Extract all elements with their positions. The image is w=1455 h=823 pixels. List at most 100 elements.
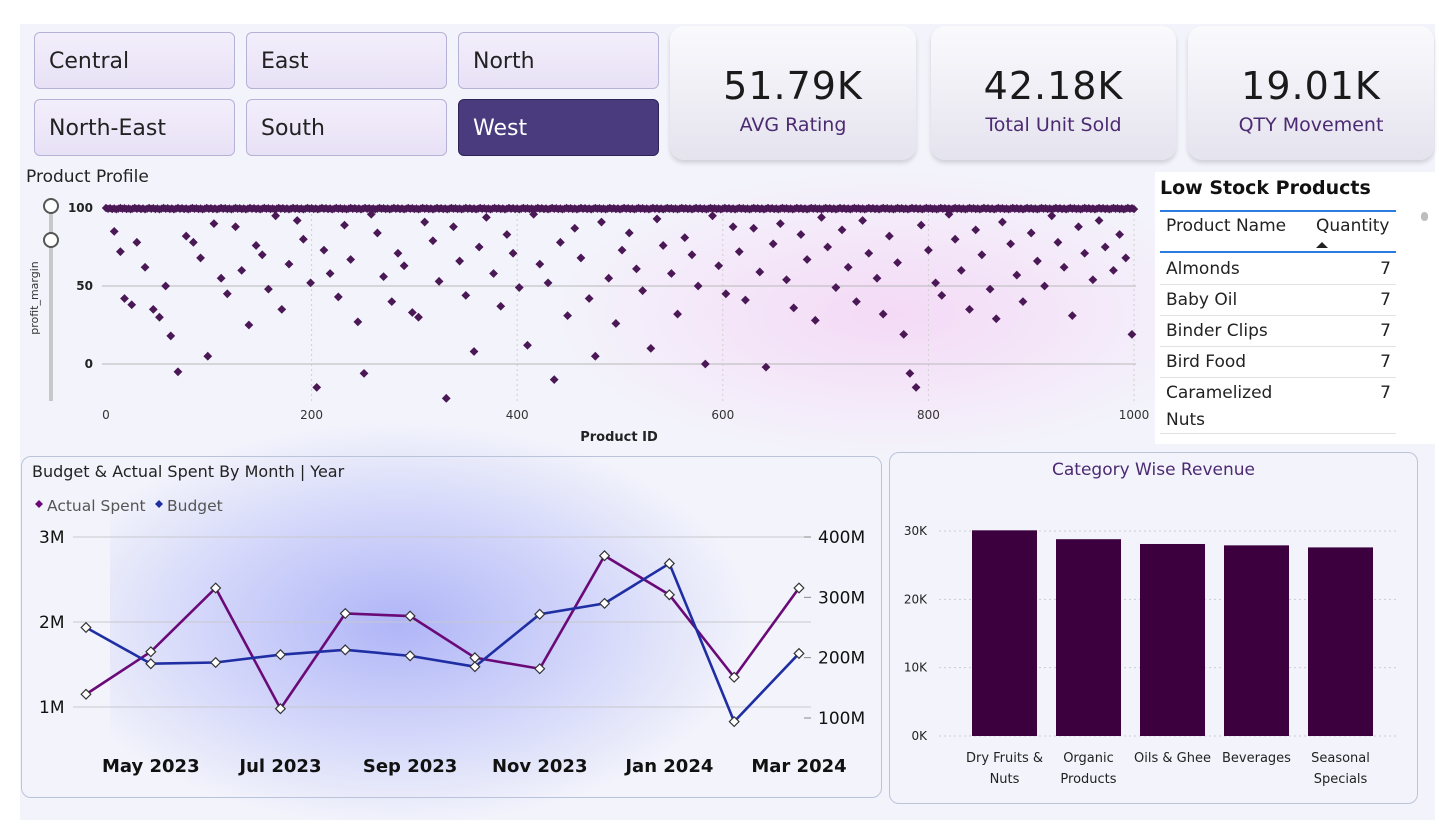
scatter-point[interactable]: [1026, 228, 1036, 238]
scatter-point[interactable]: [535, 259, 545, 269]
scatter-point[interactable]: [455, 256, 465, 266]
scatter-point[interactable]: [899, 329, 909, 339]
scatter-point[interactable]: [1088, 275, 1098, 285]
revenue-bar[interactable]: [1224, 545, 1289, 736]
scatter-point[interactable]: [937, 290, 947, 300]
scatter-point[interactable]: [1115, 230, 1125, 239]
scatter-point[interactable]: [604, 273, 614, 283]
scatter-point[interactable]: [502, 230, 512, 239]
scatter-point[interactable]: [749, 223, 759, 233]
scatter-point[interactable]: [893, 258, 902, 267]
scatter-point[interactable]: [140, 262, 150, 272]
scatter-point[interactable]: [905, 368, 915, 378]
scatter-point[interactable]: [911, 383, 921, 392]
scatter-point[interactable]: [1109, 266, 1118, 275]
scatter-point[interactable]: [624, 228, 634, 238]
scatter-point[interactable]: [687, 250, 697, 260]
scatter-point[interactable]: [570, 223, 580, 233]
scatter-point[interactable]: [956, 266, 966, 275]
scatter-point[interactable]: [292, 216, 302, 225]
slicer-north-east[interactable]: North-East: [34, 99, 235, 156]
scatter-point[interactable]: [489, 269, 498, 278]
scatter-point[interactable]: [148, 305, 158, 314]
scatter-point[interactable]: [884, 231, 894, 241]
scatter-point[interactable]: [1100, 242, 1110, 252]
series-line-budget[interactable]: [85, 561, 800, 724]
scatter-point[interactable]: [878, 309, 888, 319]
scatter-point[interactable]: [514, 283, 524, 292]
scatter-point[interactable]: [428, 236, 438, 246]
scatter-point[interactable]: [708, 211, 717, 221]
scatter-point[interactable]: [237, 266, 247, 275]
scatter-point[interactable]: [658, 241, 668, 250]
scatter-point[interactable]: [576, 253, 586, 263]
scatter-point[interactable]: [673, 309, 682, 319]
scatter-point[interactable]: [549, 375, 559, 384]
scatter-point[interactable]: [120, 294, 129, 303]
scatter-point[interactable]: [768, 239, 778, 249]
scatter-point[interactable]: [319, 245, 329, 255]
scatter-point[interactable]: [132, 237, 142, 247]
scatter-point[interactable]: [734, 247, 744, 257]
series-point[interactable]: [404, 650, 416, 662]
scatter-point[interactable]: [209, 219, 219, 228]
scatter-point[interactable]: [312, 383, 322, 392]
scatter-point[interactable]: [216, 273, 226, 283]
slicer-west[interactable]: West: [458, 99, 659, 156]
scatter-point[interactable]: [481, 212, 491, 222]
scatter-point[interactable]: [284, 259, 294, 269]
series-point[interactable]: [339, 644, 351, 656]
scatter-point[interactable]: [714, 261, 724, 271]
scatter-point[interactable]: [449, 222, 458, 232]
scatter-point[interactable]: [1047, 211, 1057, 221]
scatter-point[interactable]: [611, 319, 621, 328]
scatter-point[interactable]: [916, 220, 926, 230]
scatter-point[interactable]: [823, 242, 833, 252]
scatter-point[interactable]: [109, 227, 119, 236]
scatter-point[interactable]: [277, 305, 287, 314]
scatter-point[interactable]: [965, 305, 974, 314]
scatter-point[interactable]: [971, 225, 981, 235]
scatter-point[interactable]: [977, 250, 987, 260]
scatter-point[interactable]: [496, 301, 506, 311]
scatter-point[interactable]: [810, 315, 820, 325]
scatter-point[interactable]: [741, 295, 750, 305]
scatter-point[interactable]: [1053, 237, 1063, 247]
slicer-north[interactable]: North: [458, 32, 659, 89]
scatter-point[interactable]: [755, 267, 765, 277]
column-header-product-name[interactable]: Product Name: [1166, 216, 1286, 236]
scatter-point[interactable]: [782, 275, 791, 285]
scatter-point[interactable]: [333, 292, 343, 302]
series-line-actual-spent[interactable]: [85, 553, 801, 712]
scatter-point[interactable]: [399, 261, 409, 271]
scatter-point[interactable]: [555, 237, 565, 247]
scatter-point[interactable]: [597, 217, 606, 227]
scatter-point[interactable]: [231, 222, 240, 232]
slicer-south[interactable]: South: [246, 99, 447, 156]
scatter-point[interactable]: [646, 344, 656, 353]
scatter-point[interactable]: [271, 211, 281, 221]
scatter-point[interactable]: [693, 281, 703, 291]
series-point[interactable]: [274, 649, 287, 661]
scatter-point[interactable]: [173, 367, 183, 377]
scatter-point[interactable]: [325, 269, 335, 278]
scatter-point[interactable]: [924, 245, 933, 255]
scatter-point[interactable]: [188, 237, 198, 247]
scatter-point[interactable]: [1074, 222, 1083, 232]
table-scrollbar[interactable]: [1421, 212, 1428, 221]
scatter-point[interactable]: [474, 242, 484, 252]
scatter-point[interactable]: [353, 317, 363, 327]
slicer-central[interactable]: Central: [34, 32, 235, 89]
scatter-point[interactable]: [379, 272, 388, 282]
scatter-point[interactable]: [441, 393, 451, 403]
scatter-point[interactable]: [181, 231, 191, 241]
scatter-point[interactable]: [340, 220, 349, 230]
scatter-point[interactable]: [1018, 297, 1028, 306]
revenue-bar[interactable]: [1056, 539, 1121, 736]
scatter-point[interactable]: [203, 351, 213, 361]
scatter-point[interactable]: [1012, 270, 1022, 280]
scatter-point[interactable]: [222, 289, 232, 299]
scatter-point[interactable]: [1094, 216, 1104, 225]
scatter-point[interactable]: [115, 247, 125, 257]
scatter-point[interactable]: [590, 351, 600, 361]
